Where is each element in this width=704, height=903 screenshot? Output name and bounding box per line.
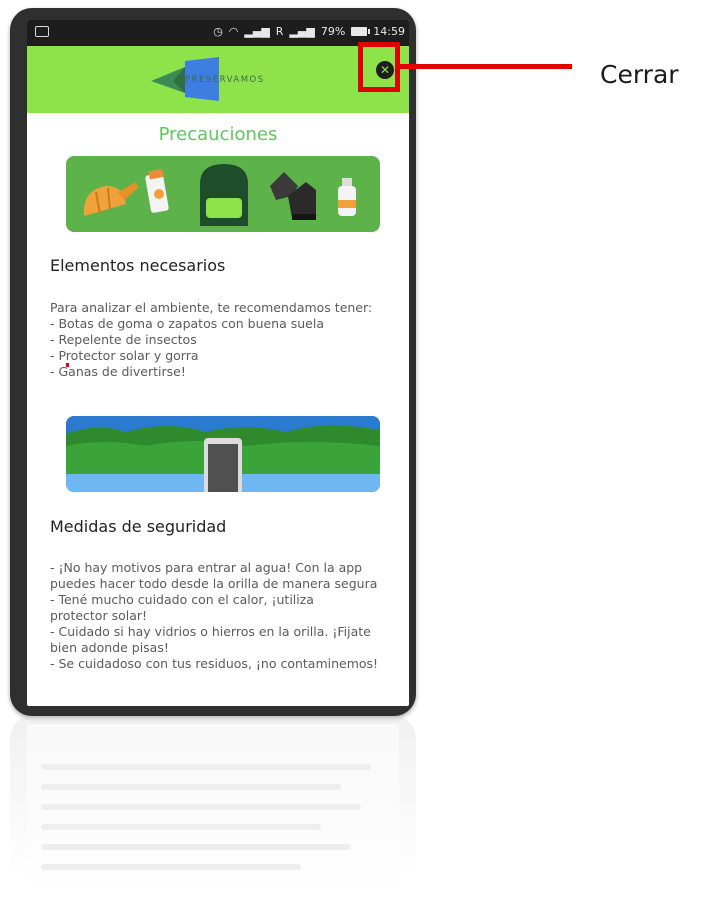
phone-frame: ◷ ◠ ▂▄▆ R ▂▄▆ 79% 14:59 PRESERVAMOS ✕ Pr…: [10, 8, 416, 716]
required-line: - Botas de goma o zapatos con buena suel…: [50, 316, 324, 331]
riverbank-illustration: [66, 416, 380, 492]
reflection-line: [41, 804, 361, 810]
required-line: - Protector solar y gorra: [50, 348, 199, 363]
clock-time: 14:59: [373, 25, 405, 38]
safety-line: puedes hacer todo desde la orilla de man…: [50, 576, 378, 591]
reflection-screen: [27, 724, 399, 903]
required-line: - Ganas de divertirse!: [50, 364, 186, 379]
reflection-line: [41, 764, 371, 770]
safety-line: - Cuidado si hay vidrios o hierros en la…: [50, 624, 371, 639]
required-line: - Repelente de insectos: [50, 332, 197, 347]
reflection-line: [41, 784, 341, 790]
required-items-heading: Elementos necesarios: [50, 256, 226, 275]
repellent-icon: [338, 178, 356, 216]
reflection-line: [41, 824, 321, 830]
safety-text: - ¡No hay motivos para entrar al agua! C…: [50, 560, 395, 672]
safety-line: - Se cuidadoso con tus residuos, ¡no con…: [50, 656, 379, 671]
required-line: Para analizar el ambiente, te recomendam…: [50, 300, 373, 315]
safety-line: - ¡No hay motivos para entrar al agua! C…: [50, 560, 363, 575]
cap-icon: [83, 182, 138, 216]
page-title: Precauciones: [158, 124, 278, 145]
signal-label: R: [275, 25, 284, 38]
wifi-icon: ◠: [228, 25, 239, 38]
boots-icon: [270, 172, 316, 220]
alarm-icon: ◷: [213, 25, 223, 38]
app-screen: ◷ ◠ ▂▄▆ R ▂▄▆ 79% 14:59 PRESERVAMOS ✕ Pr…: [27, 20, 409, 706]
signal-icon: ▂▄▆: [244, 25, 270, 38]
text-marker: [66, 363, 69, 367]
signal-icon-2: ▂▄▆: [289, 25, 315, 38]
reflection-line: [41, 864, 301, 870]
safety-line: - Tené mucho cuidado con el calor, ¡util…: [50, 592, 314, 607]
smartphone-icon: [204, 438, 242, 492]
safety-line: protector solar!: [50, 608, 148, 623]
equipment-illustration: [66, 156, 380, 232]
status-bar: ◷ ◠ ▂▄▆ R ▂▄▆ 79% 14:59: [27, 20, 409, 46]
phone-reflection: [10, 716, 416, 903]
close-callout-label: Cerrar: [600, 60, 679, 89]
app-header: PRESERVAMOS ✕: [27, 46, 409, 113]
backpack-icon: [200, 164, 248, 226]
required-items-text: Para analizar el ambiente, te recomendam…: [50, 300, 395, 380]
callout-line: [400, 64, 572, 69]
battery-icon: [351, 27, 371, 36]
sunscreen-icon: [145, 169, 169, 213]
safety-heading: Medidas de seguridad: [50, 517, 227, 536]
logo-text: PRESERVAMOS: [185, 75, 265, 85]
reflection-line: [41, 844, 351, 850]
safety-line: bien adonde pisas!: [50, 640, 169, 655]
app-logo: PRESERVAMOS: [151, 57, 281, 101]
close-highlight-box: [358, 42, 400, 92]
battery-percent: 79%: [320, 25, 346, 38]
gallery-icon: [35, 26, 49, 37]
